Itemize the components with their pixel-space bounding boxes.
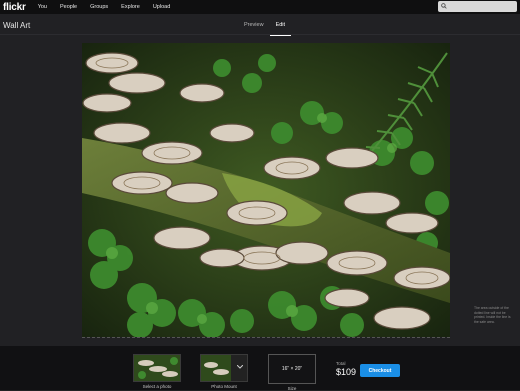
total-price: $109 xyxy=(336,367,357,377)
search-input[interactable] xyxy=(438,1,517,12)
photo-mount-option[interactable]: Photo Mount xyxy=(200,354,248,389)
top-nav: flickr You People Groups Explore Upload xyxy=(0,0,520,14)
safe-area-line xyxy=(82,337,450,338)
chevron-down-icon xyxy=(237,365,243,369)
main-nav: You People Groups Explore Upload xyxy=(38,4,184,10)
mount-thumbnail xyxy=(201,355,231,381)
flickr-logo[interactable]: flickr xyxy=(3,2,26,13)
photo-mount-label: Photo Mount xyxy=(211,384,237,389)
nav-item-groups[interactable]: Groups xyxy=(90,4,108,10)
nav-item-people[interactable]: People xyxy=(60,4,77,10)
select-photo-option[interactable]: Select a photo xyxy=(133,354,181,389)
print-area-note: The area outside of the dotted line will… xyxy=(474,306,511,324)
checkout-button[interactable]: Checkout xyxy=(360,364,400,377)
nav-item-you[interactable]: You xyxy=(38,4,47,10)
page-title: Wall Art xyxy=(3,21,31,30)
size-label: Size xyxy=(287,386,297,391)
size-option[interactable]: 16" × 20" Size xyxy=(268,354,316,391)
divider xyxy=(0,34,520,35)
wall-art-photo[interactable] xyxy=(82,43,450,337)
mount-selector[interactable] xyxy=(200,354,248,382)
thumbnail-image xyxy=(134,355,180,381)
nav-item-upload[interactable]: Upload xyxy=(153,4,170,10)
fungi-photo-image xyxy=(82,43,450,337)
bottom-toolbar: Select a photo Photo Mount 16" × 20" Siz… xyxy=(0,346,520,391)
nav-item-explore[interactable]: Explore xyxy=(121,4,140,10)
search-icon xyxy=(441,3,447,9)
order-total: Total $109 xyxy=(336,361,356,377)
photo-thumbnail[interactable] xyxy=(133,354,181,382)
select-photo-label: Select a photo xyxy=(142,384,172,389)
total-label: Total xyxy=(336,361,346,366)
size-selector[interactable]: 16" × 20" xyxy=(268,354,316,384)
